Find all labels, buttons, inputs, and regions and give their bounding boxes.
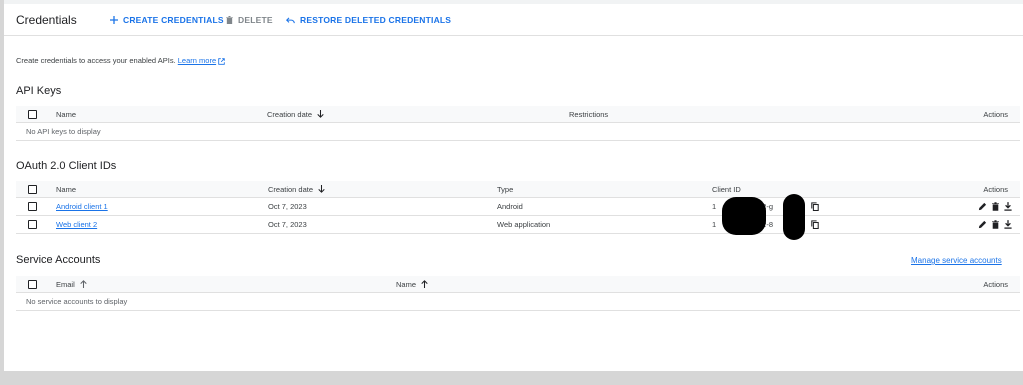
column-header-email[interactable]: Email <box>56 276 87 292</box>
client-name-link[interactable]: Android client 1 <box>56 202 108 211</box>
column-header-actions: Actions <box>983 184 1008 194</box>
column-header-creation-date-label: Creation date <box>267 109 313 119</box>
empty-row: No service accounts to display <box>16 293 1020 311</box>
column-header-name-label: Name <box>396 279 417 289</box>
delete-button[interactable]: DELETE <box>226 15 273 25</box>
restore-deleted-button[interactable]: RESTORE DELETED CREDENTIALS <box>286 15 451 25</box>
select-all-checkbox[interactable] <box>28 184 37 194</box>
client-type: Web application <box>497 220 551 229</box>
row-checkbox[interactable] <box>28 220 37 229</box>
service-accounts-table: Email Name Actions No service accounts t… <box>16 276 1020 311</box>
api-keys-table: Name Creation date Restrictions Actions … <box>16 106 1020 141</box>
column-header-creation-date-label: Creation date <box>268 184 314 194</box>
intro-description: Create credentials to access your enable… <box>16 56 176 65</box>
select-all-checkbox[interactable] <box>28 279 37 289</box>
oauth-heading: OAuth 2.0 Client IDs <box>16 160 117 172</box>
edit-pencil-icon[interactable] <box>978 202 987 211</box>
edit-pencil-icon[interactable] <box>978 220 987 229</box>
credentials-page: Credentials CREATE CREDENTIALS DELETE RE… <box>4 0 1023 371</box>
service-accounts-heading: Service Accounts <box>16 254 101 266</box>
redaction-mark <box>783 194 805 240</box>
column-header-email-label: Email <box>56 279 75 289</box>
select-all-checkbox[interactable] <box>28 109 37 119</box>
external-link-icon <box>218 57 225 65</box>
table-header: Email Name Actions <box>16 276 1020 293</box>
row-actions <box>978 198 1012 215</box>
sort-down-arrow-icon <box>318 185 325 193</box>
undo-icon <box>286 17 295 23</box>
copy-icon <box>811 220 819 229</box>
creation-date: Oct 7, 2023 <box>268 220 307 229</box>
delete-label: DELETE <box>238 15 273 25</box>
trash-icon <box>226 16 233 24</box>
page-title: Credentials <box>16 13 77 27</box>
copy-client-id-button[interactable] <box>811 198 819 215</box>
oauth-table: Name Creation date Type Client ID Action… <box>16 181 1020 240</box>
api-keys-heading: API Keys <box>16 85 62 97</box>
manage-service-accounts-link[interactable]: Manage service accounts <box>911 256 1002 265</box>
top-toolbar: Credentials CREATE CREDENTIALS DELETE RE… <box>4 4 1023 36</box>
restore-deleted-label: RESTORE DELETED CREDENTIALS <box>300 15 452 25</box>
table-header: Name Creation date Type Client ID Action… <box>16 181 1020 198</box>
learn-more-link[interactable]: Learn more <box>178 56 216 65</box>
table-header: Name Creation date Restrictions Actions <box>16 106 1020 123</box>
plus-icon <box>110 16 118 24</box>
creation-date: Oct 7, 2023 <box>268 202 307 211</box>
column-header-name[interactable]: Name <box>396 276 428 292</box>
column-header-name: Name <box>56 184 77 194</box>
empty-message: No API keys to display <box>26 127 101 136</box>
column-header-actions: Actions <box>983 109 1008 119</box>
copy-client-id-button[interactable] <box>811 216 819 233</box>
create-credentials-label: CREATE CREDENTIALS <box>123 15 224 25</box>
create-credentials-button[interactable]: CREATE CREDENTIALS <box>110 15 224 25</box>
empty-row: No API keys to display <box>16 123 1020 141</box>
intro-text: Create credentials to access your enable… <box>16 56 225 65</box>
client-id-start: 1 <box>712 220 717 229</box>
sort-down-arrow-icon <box>317 110 324 118</box>
delete-trash-icon[interactable] <box>992 220 999 229</box>
column-header-creation-date[interactable]: Creation date <box>268 181 325 197</box>
column-header-type: Type <box>497 184 514 194</box>
sort-up-arrow-icon <box>421 280 428 288</box>
row-actions <box>978 216 1012 233</box>
row-checkbox[interactable] <box>28 202 37 211</box>
table-row: Android client 1 Oct 7, 2023 Android 1 1… <box>16 198 1020 216</box>
column-header-restrictions: Restrictions <box>569 109 609 119</box>
download-icon[interactable] <box>1004 202 1012 211</box>
download-icon[interactable] <box>1004 220 1012 229</box>
sort-up-arrow-icon <box>80 280 87 288</box>
client-type: Android <box>497 202 523 211</box>
column-header-creation-date[interactable]: Creation date <box>267 106 324 122</box>
redaction-mark <box>722 197 766 235</box>
column-header-client-id: Client ID <box>712 184 741 194</box>
table-row: Web client 2 Oct 7, 2023 Web application… <box>16 216 1020 234</box>
delete-trash-icon[interactable] <box>992 202 999 211</box>
client-name-link[interactable]: Web client 2 <box>56 220 97 229</box>
column-header-name: Name <box>56 109 77 119</box>
column-header-actions: Actions <box>983 279 1008 289</box>
client-id-start: 1 <box>712 202 717 211</box>
copy-icon <box>811 202 819 211</box>
empty-message: No service accounts to display <box>26 297 128 306</box>
